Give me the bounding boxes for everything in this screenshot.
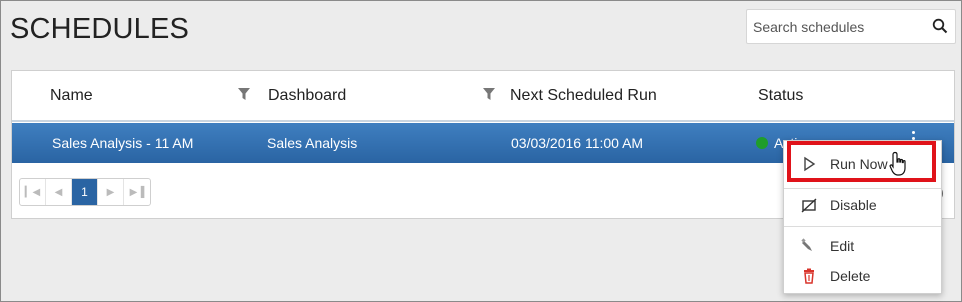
menu-item-label: Disable: [830, 197, 877, 213]
search-input[interactable]: [747, 10, 927, 43]
menu-item-label: Run Now: [830, 156, 888, 172]
menu-item-label: Edit: [830, 238, 855, 254]
last-page-button[interactable]: ▶▐: [124, 179, 150, 205]
play-icon: [804, 156, 816, 172]
menu-item-label: Delete: [830, 268, 871, 284]
page-title: SCHEDULES: [10, 13, 190, 45]
first-page-button[interactable]: ▎◀: [20, 179, 46, 205]
disable-icon: [801, 198, 817, 213]
menu-item-disable[interactable]: Disable: [784, 190, 941, 220]
hand-cursor-icon: [889, 151, 906, 176]
trash-icon: [804, 268, 814, 284]
cell-name: Sales Analysis - 11 AM: [52, 135, 194, 151]
next-page-button[interactable]: ▶: [98, 179, 124, 205]
edit-icon: [801, 238, 812, 251]
menu-item-delete[interactable]: Delete: [784, 261, 941, 291]
filter-icon[interactable]: [483, 88, 495, 100]
cell-dashboard: Sales Analysis: [267, 135, 358, 151]
column-header-status[interactable]: Status: [758, 87, 803, 105]
row-context-menu: Run Now Disable Edit Delete: [783, 140, 942, 294]
previous-page-button[interactable]: ◀: [46, 179, 72, 205]
column-header-dashboard[interactable]: Dashboard: [268, 87, 346, 105]
menu-divider: [784, 226, 941, 227]
status-active-indicator: [756, 137, 768, 149]
menu-divider: [784, 188, 941, 189]
search-box[interactable]: [746, 9, 956, 44]
grid-header: Name Dashboard Next Scheduled Run Status: [12, 71, 954, 122]
menu-item-edit[interactable]: Edit: [784, 231, 941, 261]
column-header-name[interactable]: Name: [50, 87, 93, 105]
page-number-button[interactable]: 1: [72, 179, 98, 205]
column-header-next-scheduled-run[interactable]: Next Scheduled Run: [510, 87, 657, 105]
cell-next-run: 03/03/2016 11:00 AM: [511, 135, 644, 151]
filter-icon[interactable]: [238, 88, 250, 100]
search-icon[interactable]: [932, 18, 948, 34]
menu-item-run-now[interactable]: Run Now: [784, 149, 941, 179]
pagination: ▎◀ ◀ 1 ▶ ▶▐: [19, 178, 151, 206]
